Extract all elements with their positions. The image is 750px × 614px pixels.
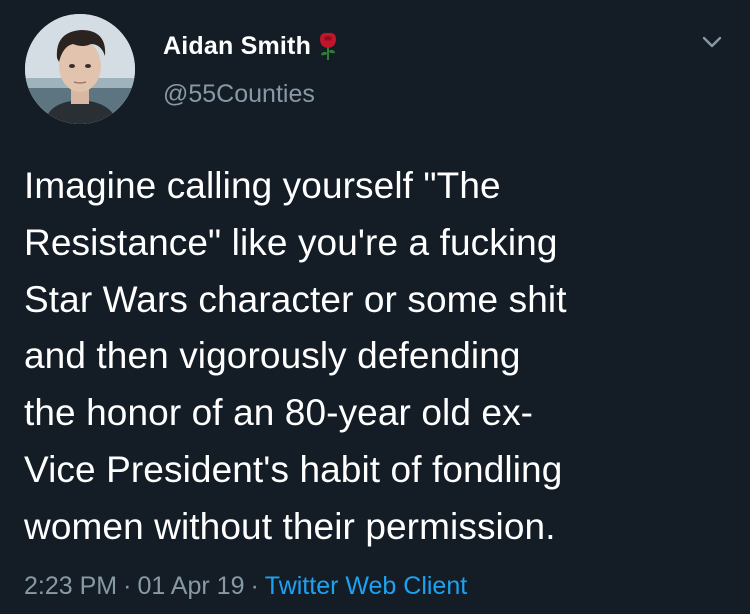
meta-separator: ·: [123, 572, 132, 600]
meta-separator-2: ·: [250, 572, 259, 600]
display-name[interactable]: Aidan Smith: [163, 32, 311, 61]
rose-icon: [317, 31, 339, 61]
avatar[interactable]: [25, 14, 135, 124]
avatar-photo: [25, 14, 135, 124]
tweet-text: Imagine calling yourself "The Resistance…: [24, 165, 567, 547]
chevron-down-icon[interactable]: [701, 34, 723, 50]
user-handle[interactable]: @55Counties: [163, 80, 315, 109]
tweet-card: Aidan Smith @55Counties Imagine calling …: [0, 0, 750, 614]
tweet-time[interactable]: 2:23 PM: [24, 572, 117, 600]
tweet-client-link[interactable]: Twitter Web Client: [265, 572, 467, 600]
tweet-date[interactable]: 01 Apr 19: [137, 572, 244, 600]
author-name-row[interactable]: Aidan Smith: [163, 28, 339, 64]
tweet-meta: 2:23 PM · 01 Apr 19 · Twitter Web Client: [24, 572, 467, 601]
